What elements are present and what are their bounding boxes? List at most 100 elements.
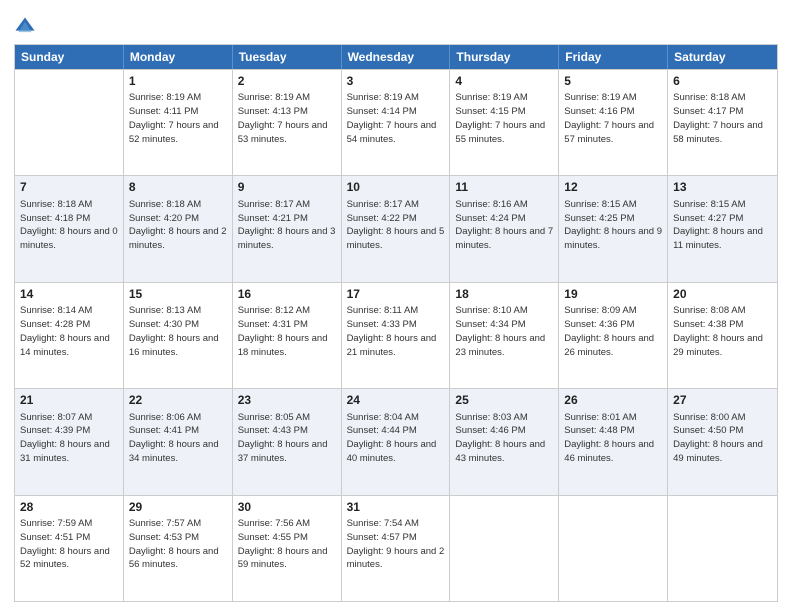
calendar-cell (668, 496, 777, 601)
daylight-text: Daylight: 8 hours and 9 minutes. (564, 226, 662, 251)
day-number: 7 (20, 179, 118, 196)
calendar-cell (450, 496, 559, 601)
sunrise-text: Sunrise: 7:56 AM (238, 518, 310, 529)
sunrise-text: Sunrise: 8:05 AM (238, 412, 310, 423)
calendar-cell: 25Sunrise: 8:03 AMSunset: 4:46 PMDayligh… (450, 389, 559, 494)
calendar-page: SundayMondayTuesdayWednesdayThursdayFrid… (0, 0, 792, 612)
sunset-text: Sunset: 4:18 PM (20, 213, 90, 224)
calendar-cell: 15Sunrise: 8:13 AMSunset: 4:30 PMDayligh… (124, 283, 233, 388)
sunset-text: Sunset: 4:15 PM (455, 106, 525, 117)
day-number: 15 (129, 286, 227, 303)
sunrise-text: Sunrise: 7:57 AM (129, 518, 201, 529)
daylight-text: Daylight: 7 hours and 54 minutes. (347, 120, 437, 145)
daylight-text: Daylight: 8 hours and 5 minutes. (347, 226, 445, 251)
sunset-text: Sunset: 4:31 PM (238, 319, 308, 330)
sunset-text: Sunset: 4:13 PM (238, 106, 308, 117)
sunrise-text: Sunrise: 7:59 AM (20, 518, 92, 529)
calendar-cell: 7Sunrise: 8:18 AMSunset: 4:18 PMDaylight… (15, 176, 124, 281)
sunset-text: Sunset: 4:48 PM (564, 425, 634, 436)
calendar-cell: 18Sunrise: 8:10 AMSunset: 4:34 PMDayligh… (450, 283, 559, 388)
sunset-text: Sunset: 4:38 PM (673, 319, 743, 330)
sunset-text: Sunset: 4:50 PM (673, 425, 743, 436)
calendar-cell: 29Sunrise: 7:57 AMSunset: 4:53 PMDayligh… (124, 496, 233, 601)
sunset-text: Sunset: 4:41 PM (129, 425, 199, 436)
sunrise-text: Sunrise: 8:16 AM (455, 199, 527, 210)
day-number: 25 (455, 392, 553, 409)
sunset-text: Sunset: 4:33 PM (347, 319, 417, 330)
calendar-cell: 24Sunrise: 8:04 AMSunset: 4:44 PMDayligh… (342, 389, 451, 494)
daylight-text: Daylight: 7 hours and 55 minutes. (455, 120, 545, 145)
calendar-row: 1 Sunrise: 8:19 AM Sunset: 4:11 PM Daylight… (15, 69, 777, 175)
day-number: 4 (455, 73, 553, 90)
daylight-text: Daylight: 7 hours and 53 minutes. (238, 120, 328, 145)
calendar-cell: 2Sunrise: 8:19 AMSunset: 4:13 PMDaylight… (233, 70, 342, 175)
sunrise-text: Sunrise: 8:01 AM (564, 412, 636, 423)
sunrise-text: Sunrise: 8:19 AM (564, 92, 636, 103)
day-number: 28 (20, 499, 118, 516)
sunset-text: Sunset: 4:53 PM (129, 532, 199, 543)
daylight-text: Daylight: 8 hours and 21 minutes. (347, 333, 437, 358)
sunrise-text: Sunrise: 8:09 AM (564, 305, 636, 316)
day-number: 8 (129, 179, 227, 196)
day-number: 17 (347, 286, 445, 303)
daylight-text: Daylight: 8 hours and 16 minutes. (129, 333, 219, 358)
sunrise-text: Sunrise: 8:19 AM (129, 92, 201, 103)
daylight-text: Daylight: 8 hours and 59 minutes. (238, 546, 328, 571)
day-number: 9 (238, 179, 336, 196)
calendar-cell: 23Sunrise: 8:05 AMSunset: 4:43 PMDayligh… (233, 389, 342, 494)
calendar-row: 28 Sunrise: 7:59 AM Sunset: 4:51 PM Dayligh… (15, 495, 777, 601)
calendar-cell: 4Sunrise: 8:19 AMSunset: 4:15 PMDaylight… (450, 70, 559, 175)
sunset-text: Sunset: 4:51 PM (20, 532, 90, 543)
daylight-text: Daylight: 8 hours and 29 minutes. (673, 333, 763, 358)
calendar-row: 21Sunrise: 8:07 AMSunset: 4:39 PMDayligh… (15, 388, 777, 494)
sunset-text: Sunset: 4:34 PM (455, 319, 525, 330)
sunrise-text: Sunrise: 8:13 AM (129, 305, 201, 316)
day-number: 23 (238, 392, 336, 409)
calendar-cell (15, 70, 124, 175)
day-number: 27 (673, 392, 772, 409)
calendar-cell: 31Sunrise: 7:54 AMSunset: 4:57 PMDayligh… (342, 496, 451, 601)
sunset-text: Sunset: 4:17 PM (673, 106, 743, 117)
sunrise-text: Sunrise: 8:18 AM (673, 92, 745, 103)
day-number: 30 (238, 499, 336, 516)
daylight-text: Daylight: 8 hours and 23 minutes. (455, 333, 545, 358)
sunrise-text: Sunrise: 8:00 AM (673, 412, 745, 423)
calendar-cell: 10Sunrise: 8:17 AMSunset: 4:22 PMDayligh… (342, 176, 451, 281)
logo (14, 10, 40, 38)
calendar-cell: 6Sunrise: 8:18 AMSunset: 4:17 PMDaylight… (668, 70, 777, 175)
day-number: 21 (20, 392, 118, 409)
day-number: 20 (673, 286, 772, 303)
daylight-text: Daylight: 8 hours and 52 minutes. (20, 546, 110, 571)
sunrise-text: Sunrise: 8:10 AM (455, 305, 527, 316)
day-number: 14 (20, 286, 118, 303)
day-number: 24 (347, 392, 445, 409)
day-number: 29 (129, 499, 227, 516)
day-number: 2 (238, 73, 336, 90)
calendar-cell: 12Sunrise: 8:15 AMSunset: 4:25 PMDayligh… (559, 176, 668, 281)
sunset-text: Sunset: 4:14 PM (347, 106, 417, 117)
sunset-text: Sunset: 4:39 PM (20, 425, 90, 436)
calendar-header-cell: Monday (124, 45, 233, 69)
sunset-text: Sunset: 4:24 PM (455, 213, 525, 224)
calendar-cell: 5Sunrise: 8:19 AMSunset: 4:16 PMDaylight… (559, 70, 668, 175)
daylight-text: Daylight: 8 hours and 2 minutes. (129, 226, 227, 251)
calendar-cell: 30Sunrise: 7:56 AMSunset: 4:55 PMDayligh… (233, 496, 342, 601)
daylight-text: Daylight: 8 hours and 34 minutes. (129, 439, 219, 464)
daylight-text: Daylight: 7 hours and 57 minutes. (564, 120, 654, 145)
sunset-text: Sunset: 4:57 PM (347, 532, 417, 543)
daylight-text: Daylight: 8 hours and 0 minutes. (20, 226, 118, 251)
sunset-text: Sunset: 4:20 PM (129, 213, 199, 224)
calendar: SundayMondayTuesdayWednesdayThursdayFrid… (14, 44, 778, 602)
daylight-text: Daylight: 8 hours and 3 minutes. (238, 226, 336, 251)
sunrise-text: Sunrise: 8:15 AM (673, 199, 745, 210)
page-header (14, 10, 778, 38)
daylight-text: Daylight: 8 hours and 26 minutes. (564, 333, 654, 358)
sunset-text: Sunset: 4:11 PM (129, 106, 199, 117)
calendar-header-cell: Saturday (668, 45, 777, 69)
day-number: 16 (238, 286, 336, 303)
sunset-text: Sunset: 4:16 PM (564, 106, 634, 117)
daylight-text: Daylight: 8 hours and 40 minutes. (347, 439, 437, 464)
sunset-text: Sunset: 4:21 PM (238, 213, 308, 224)
calendar-cell: 21Sunrise: 8:07 AMSunset: 4:39 PMDayligh… (15, 389, 124, 494)
day-number: 1 (129, 73, 227, 90)
